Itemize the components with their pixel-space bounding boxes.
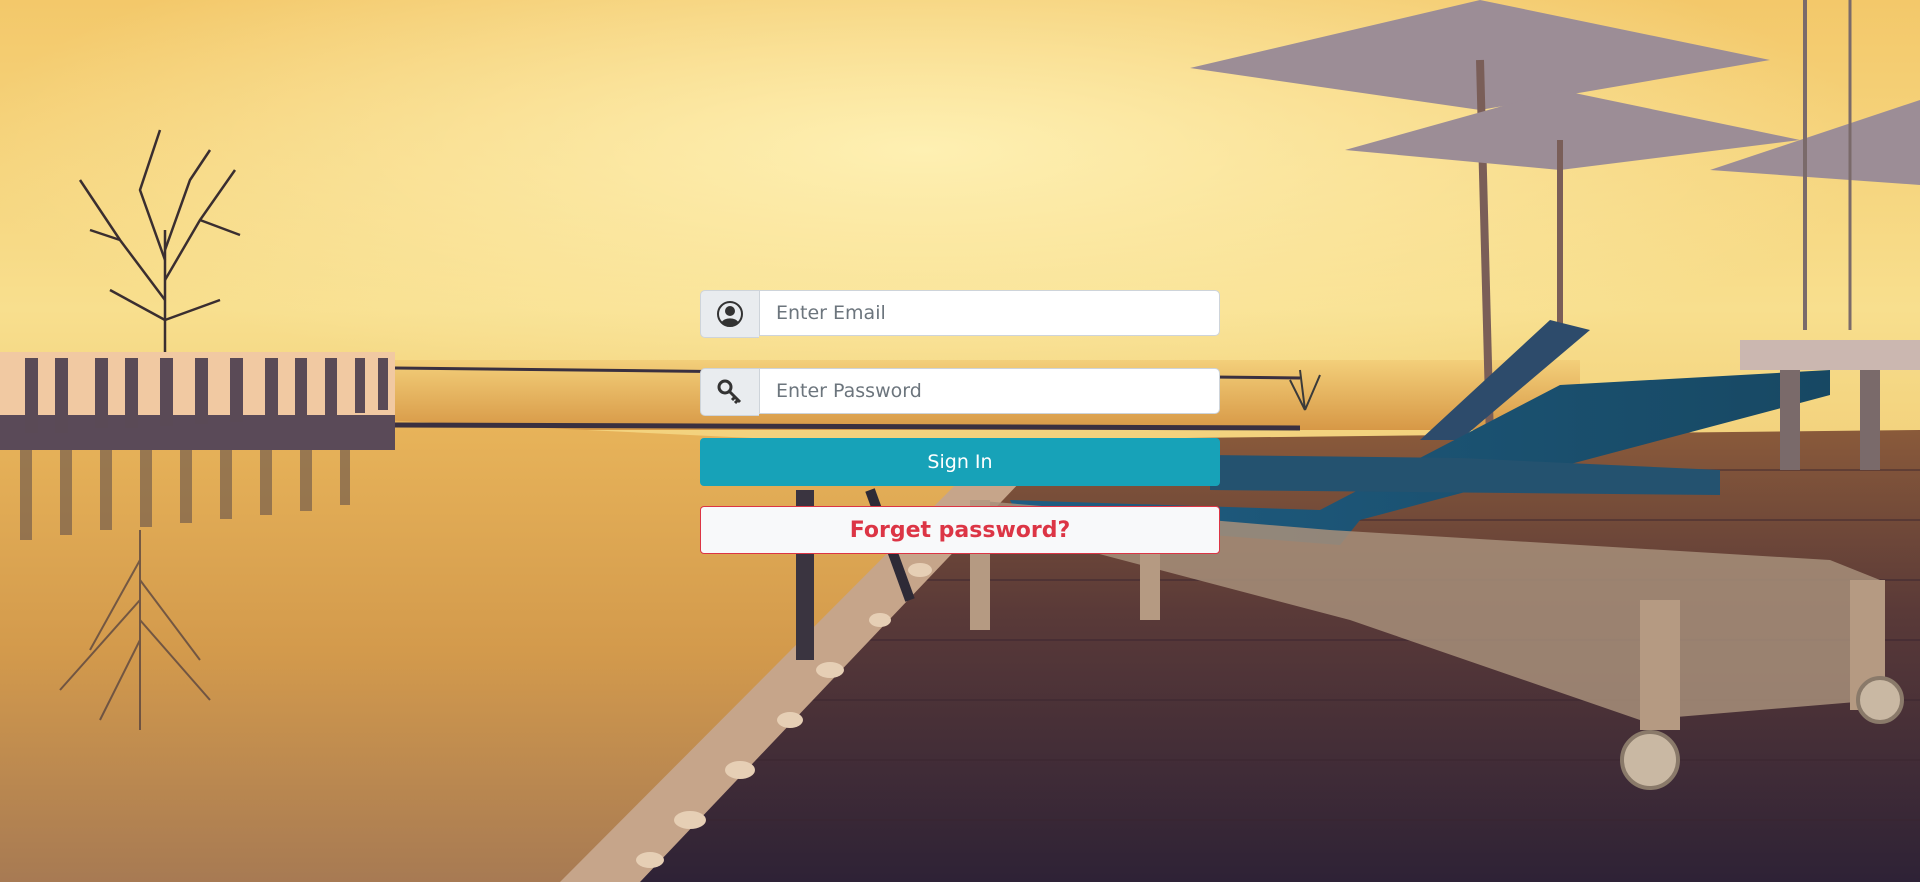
email-input-group <box>700 290 1220 338</box>
password-input-group <box>700 368 1220 416</box>
password-input[interactable] <box>759 368 1220 414</box>
login-page: Sign In Forget password? <box>0 0 1920 882</box>
sign-in-button[interactable]: Sign In <box>700 438 1220 486</box>
email-input[interactable] <box>759 290 1220 336</box>
forget-password-button[interactable]: Forget password? <box>700 506 1220 554</box>
login-form: Sign In Forget password? <box>700 290 1220 554</box>
user-circle-icon <box>700 290 759 338</box>
key-icon <box>700 368 759 416</box>
